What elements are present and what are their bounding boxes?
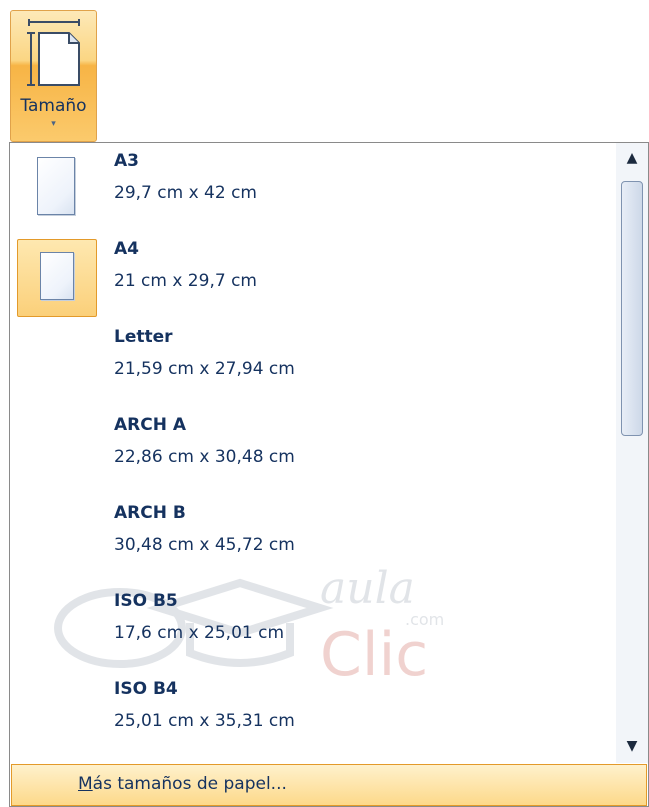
access-key-letter: M [78,774,93,794]
paper-name: ISO B5 [114,591,178,611]
paper-dimensions: 21,59 cm x 27,94 cm [114,359,295,379]
more-paper-sizes-menu-item[interactable]: Más tamaños de papel... [11,764,647,806]
more-paper-sizes-label: Más tamaños de papel... [78,774,287,794]
paper-dimensions: 30,48 cm x 45,72 cm [114,535,295,555]
list-item-selected[interactable]: A4 21 cm x 29,7 cm [10,231,616,319]
page-size-icon [27,19,80,86]
scroll-up-arrow-icon[interactable]: ▲ [616,143,648,173]
list-item[interactable]: A3 29,7 cm x 42 cm [10,143,616,231]
size-button-label: Tamaño [20,96,87,116]
chevron-down-icon: ▾ [51,119,56,129]
paper-name: A3 [114,151,139,171]
paper-dimensions: 25,01 cm x 35,31 cm [114,711,295,731]
paper-size-dropdown: aula .com Clic A3 29,7 cm x 42 cm A4 21 … [9,142,649,807]
paper-dimensions: 22,86 cm x 30,48 cm [114,447,295,467]
list-item[interactable]: ARCH A 22,86 cm x 30,48 cm [10,407,616,495]
list-item[interactable]: ARCH B 30,48 cm x 45,72 cm [10,495,616,583]
list-item[interactable]: Letter 21,59 cm x 27,94 cm [10,319,616,407]
page-icon [17,151,97,229]
paper-name: ARCH B [114,503,186,523]
paper-dimensions: 17,6 cm x 25,01 cm [114,623,285,643]
paper-dimensions: 29,7 cm x 42 cm [114,183,257,203]
paper-dimensions: 21 cm x 29,7 cm [114,271,257,291]
page-icon [17,239,97,317]
size-button[interactable]: Tamaño ▾ [10,10,97,142]
paper-name: ARCH A [114,415,187,435]
list-item[interactable]: ISO B5 17,6 cm x 25,01 cm [10,583,616,671]
paper-name: Letter [114,327,173,347]
list-item[interactable]: ISO B4 25,01 cm x 35,31 cm [10,671,616,759]
paper-name: A4 [114,239,139,259]
scroll-down-arrow-icon[interactable]: ▼ [616,731,648,761]
scrollbar-thumb[interactable] [621,181,643,436]
vertical-scrollbar[interactable]: ▲ ▼ [616,143,648,763]
paper-name: ISO B4 [114,679,178,699]
more-paper-sizes-text: ás tamaños de papel... [92,774,287,794]
paper-size-list: A3 29,7 cm x 42 cm A4 21 cm x 29,7 cm Le… [10,143,616,763]
